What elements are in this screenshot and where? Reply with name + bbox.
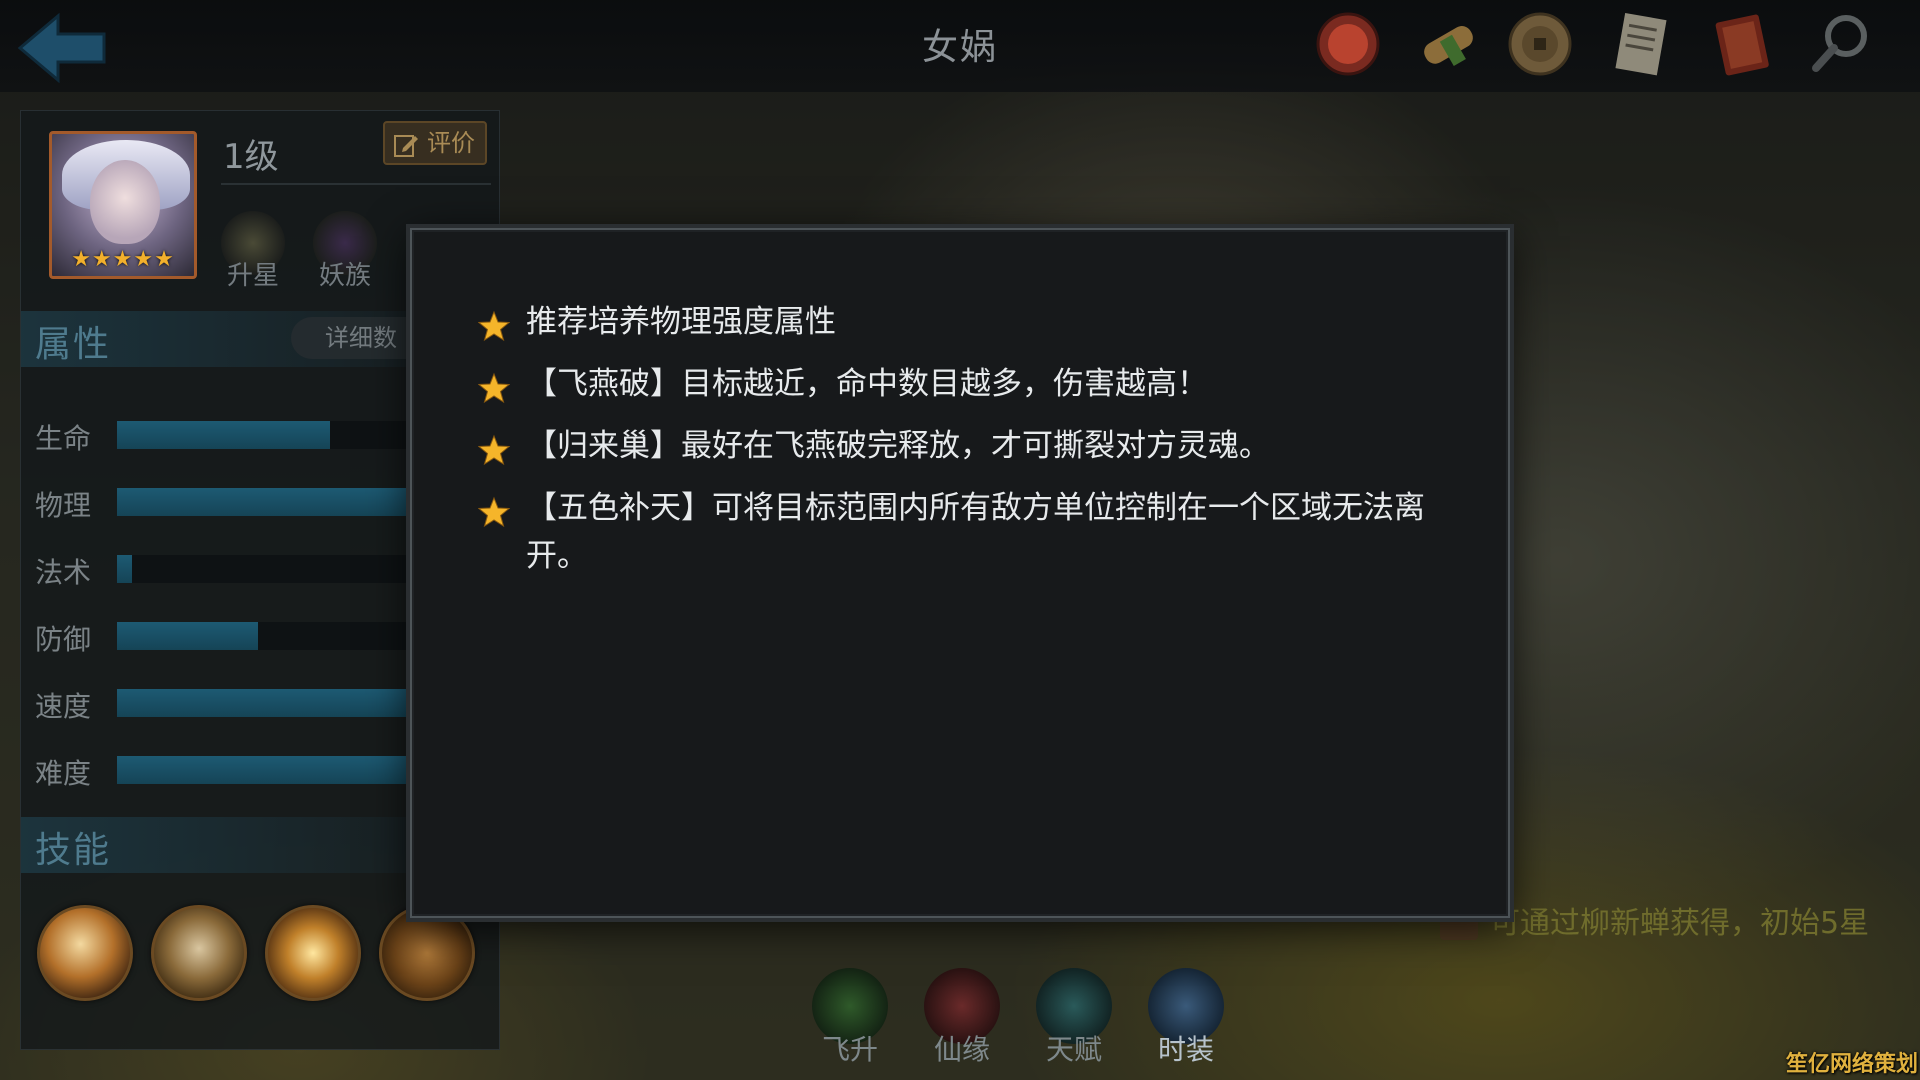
skill-2-icon[interactable] <box>151 905 247 1001</box>
stat-bar-fill <box>117 689 417 717</box>
star-bullet-icon <box>478 310 510 342</box>
document-icon[interactable] <box>1604 8 1676 80</box>
upgrade-star-label: 升星 <box>226 261 279 291</box>
stat-name: 生命 <box>35 422 92 455</box>
stat-name: 法术 <box>35 556 92 589</box>
hero-level: 1级 <box>223 137 279 177</box>
trial-seal-icon[interactable] <box>1312 8 1384 80</box>
stat-bar-track <box>117 622 417 650</box>
stat-bar-track <box>117 421 417 449</box>
tip-item: 推荐培养物理强度属性 <box>478 298 1438 346</box>
talent-label: 天赋 <box>1045 1033 1102 1066</box>
stat-bar-track <box>117 689 417 717</box>
race-badge[interactable]: 妖族 <box>305 211 385 291</box>
star-rating: ★★★★★ <box>71 247 175 272</box>
stat-name: 防御 <box>35 623 92 656</box>
attributes-title: 属性 <box>35 324 112 365</box>
tips-dialog[interactable]: 推荐培养物理强度属性【飞燕破】目标越近，命中数目越多，伤害越高！ 【归来巢】最好在… <box>410 228 1510 918</box>
scroll-icon[interactable] <box>1412 8 1484 80</box>
top-bar: 女娲 <box>0 0 1920 92</box>
star-bullet-icon <box>478 372 510 404</box>
tip-text: 【五色补天】可将目标范围内所有敌方单位控制在一个区域无法离开。 <box>526 490 1425 574</box>
star-bullet-icon <box>478 496 510 528</box>
tip-text: 【归来巢】最好在飞燕破完释放，才可撕裂对方灵魂。 <box>526 428 1270 464</box>
talent-button[interactable]: 天赋 <box>1026 968 1122 1076</box>
star-bullet-icon <box>478 434 510 466</box>
exp-bar <box>221 183 491 185</box>
stat-name: 物理 <box>35 489 92 522</box>
skill-1-icon[interactable] <box>37 905 133 1001</box>
upgrade-star-button[interactable]: 升星 <box>213 211 293 291</box>
skills-title: 技能 <box>35 830 112 871</box>
game-screen: 女娲 ★★★★★ 1级 评价 升星 妖族 属性 详细数 生命 物理 法术 防御 … <box>0 0 1920 1080</box>
fate-label: 仙缘 <box>933 1033 990 1066</box>
skill-3-icon[interactable] <box>265 905 361 1001</box>
fate-button[interactable]: 仙缘 <box>914 968 1010 1076</box>
coin-icon[interactable] <box>1504 8 1576 80</box>
rate-label: 评价 <box>427 129 475 157</box>
stat-bar-track <box>117 488 417 516</box>
magnifier-icon[interactable] <box>1806 8 1878 80</box>
watermark: 笙亿网络策划 <box>1786 1052 1919 1077</box>
tip-item: 【飞燕破】目标越近，命中数目越多，伤害越高！ <box>478 360 1438 408</box>
stat-bar-fill <box>117 756 417 784</box>
acquire-text: 可通过柳新蝉获得，初始5星 <box>1490 906 1870 941</box>
ascend-label: 飞升 <box>821 1033 878 1066</box>
tip-text: 推荐培养物理强度属性 <box>526 304 836 340</box>
rate-button[interactable]: 评价 <box>383 121 487 165</box>
hero-portrait[interactable]: ★★★★★ <box>49 131 197 279</box>
stat-bar-track <box>117 756 417 784</box>
tip-item: 【五色补天】可将目标范围内所有敌方单位控制在一个区域无法离开。 <box>478 484 1438 580</box>
ascend-button[interactable]: 飞升 <box>802 968 898 1076</box>
stat-bar-fill <box>117 622 258 650</box>
stat-bar-fill <box>117 555 132 583</box>
stat-name: 难度 <box>35 757 92 790</box>
stat-bar-fill <box>117 488 417 516</box>
stat-bar-track <box>117 555 417 583</box>
skill-4-icon[interactable] <box>379 905 475 1001</box>
costume-label: 时装 <box>1157 1033 1214 1066</box>
tip-item: 【归来巢】最好在飞燕破完释放，才可撕裂对方灵魂。 <box>478 422 1438 470</box>
race-label: 妖族 <box>318 261 371 291</box>
portrait-face <box>90 160 160 244</box>
book-icon[interactable] <box>1706 8 1778 80</box>
tip-text: 【飞燕破】目标越近，命中数目越多，伤害越高！ <box>526 366 1208 402</box>
tips-list: 推荐培养物理强度属性【飞燕破】目标越近，命中数目越多，伤害越高！ 【归来巢】最好在… <box>478 298 1438 594</box>
stat-name: 速度 <box>35 690 92 723</box>
costume-button[interactable]: 时装 <box>1138 968 1234 1076</box>
stat-bar-fill <box>117 421 330 449</box>
edit-icon <box>394 135 418 157</box>
